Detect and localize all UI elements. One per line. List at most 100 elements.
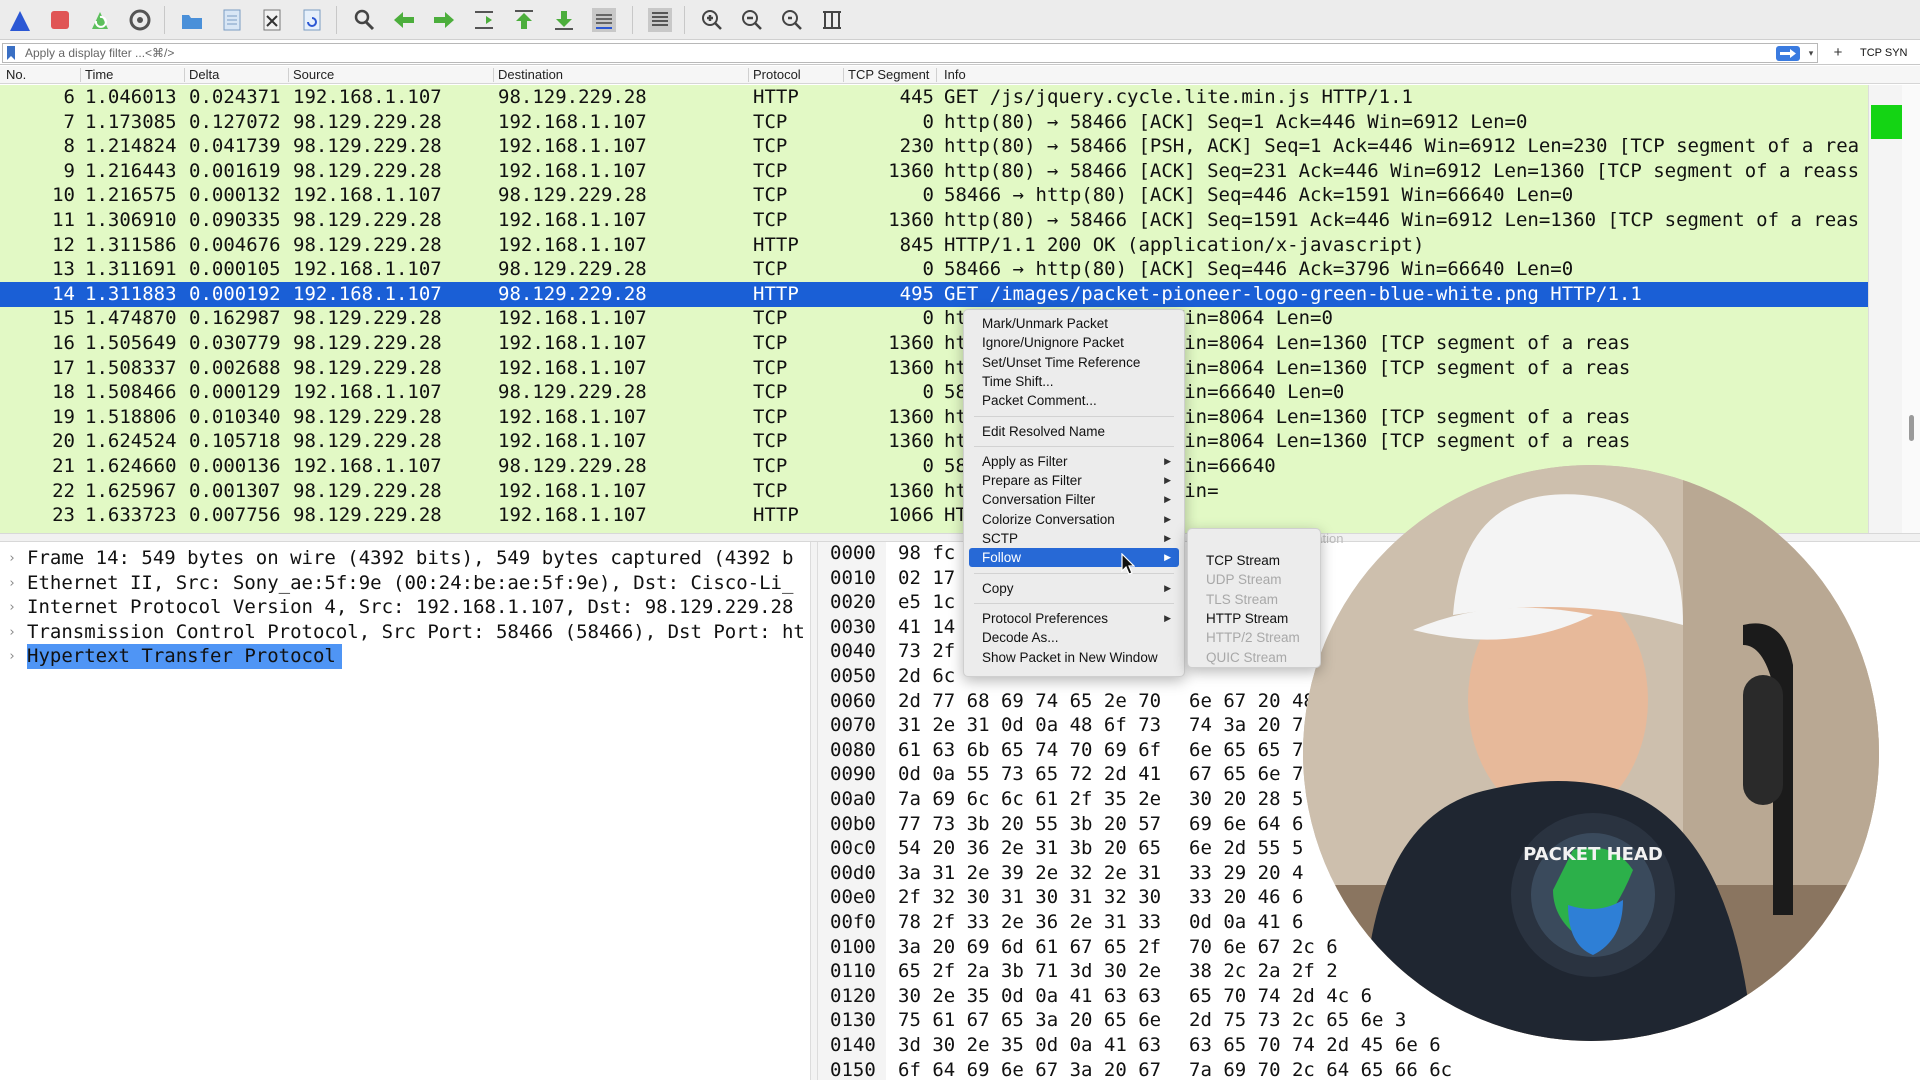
packet-cell-seg: 1360: [888, 332, 934, 354]
column-protocol[interactable]: Protocol: [753, 67, 801, 82]
go-to-packet-button[interactable]: [468, 4, 500, 36]
column-source[interactable]: Source: [293, 67, 334, 82]
apply-filter-button[interactable]: [1776, 46, 1800, 61]
open-file-button[interactable]: [176, 4, 208, 36]
column-no[interactable]: No.: [6, 67, 26, 82]
packet-cell-time: 1.214824: [85, 135, 177, 158]
packet-row[interactable]: 9 1.216443 0.001619 98.129.229.28 192.168.1.…: [0, 159, 1868, 184]
filter-button-tcp-syn[interactable]: TCP SYN: [1860, 47, 1907, 59]
packet-cell-dst: 192.168.1.107: [498, 233, 647, 256]
packet-list-scrollbar[interactable]: [1902, 85, 1920, 533]
column-info[interactable]: Info: [944, 67, 966, 82]
go-back-button[interactable]: [388, 4, 420, 36]
vertical-pane-splitter[interactable]: [810, 542, 818, 1080]
context-menu-item-edit-resolved-name[interactable]: Edit Resolved Name: [969, 422, 1179, 441]
scrollbar-thumb[interactable]: [1909, 415, 1914, 441]
display-filter-input[interactable]: [2, 43, 1818, 63]
packet-row[interactable]: 17 1.508337 0.002688 98.129.229.28 192.168.1…: [0, 356, 1868, 381]
packet-row[interactable]: 8 1.214824 0.041739 98.129.229.28 192.168.1.…: [0, 134, 1868, 159]
toolbar-separator: [632, 6, 633, 34]
expand-chevron-icon[interactable]: ›: [8, 620, 16, 645]
hex-group-2: 6e 2d 55 5: [1189, 837, 1304, 860]
context-menu-item-set-unset-time-reference[interactable]: Set/Unset Time Reference: [969, 353, 1179, 372]
bytes-row[interactable]: 0140 3d 30 2e 35 0d 0a 41 63 63 65 70 74 2…: [818, 1033, 1920, 1058]
context-menu-item-mark-unmark-packet[interactable]: Mark/Unmark Packet: [969, 314, 1179, 333]
expand-chevron-icon[interactable]: ›: [8, 571, 16, 596]
detail-tree-item[interactable]: › Hypertext Transfer Protocol: [0, 644, 810, 670]
packet-details-pane[interactable]: › Frame 14: 549 bytes on wire (4392 bits)…: [0, 542, 810, 1080]
follow-tcp-stream[interactable]: TCP Stream: [1193, 551, 1317, 570]
first-packet-button[interactable]: [508, 4, 540, 36]
bytes-row[interactable]: 0150 6f 64 69 6e 67 3a 20 67 7a 69 70 2c 6…: [818, 1058, 1920, 1080]
column-time[interactable]: Time: [85, 67, 113, 82]
packet-row-selected[interactable]: 14 1.311883 0.000192 192.168.1.107 98.129.22…: [0, 281, 1868, 307]
zoom-in-button[interactable]: [696, 4, 728, 36]
context-menu-item-packet-comment[interactable]: Packet Comment...: [969, 391, 1179, 410]
context-menu-item-colorize-conversation[interactable]: Colorize Conversation ▶: [969, 510, 1179, 529]
packet-row[interactable]: 11 1.306910 0.090335 98.129.229.28 192.168.1…: [0, 208, 1868, 233]
byte-offset: 0060: [830, 689, 876, 712]
packet-row[interactable]: 13 1.311691 0.000105 192.168.1.107 98.129.22…: [0, 257, 1868, 282]
byte-offset: 00f0: [830, 911, 876, 933]
go-forward-button[interactable]: [428, 4, 460, 36]
follow-http-2-stream: HTTP/2 Stream: [1206, 630, 1300, 646]
expand-chevron-icon[interactable]: ›: [8, 644, 16, 669]
packet-cell-src: 192.168.1.107: [293, 282, 442, 305]
reload-file-button[interactable]: [296, 4, 328, 36]
expand-chevron-icon[interactable]: ›: [8, 546, 16, 571]
last-packet-button[interactable]: [548, 4, 580, 36]
stop-capture-button[interactable]: [44, 4, 76, 36]
packet-row[interactable]: 15 1.474870 0.162987 98.129.229.28 192.168.1…: [0, 306, 1868, 331]
context-menu-item-prepare-as-filter[interactable]: Prepare as Filter ▶: [969, 471, 1179, 490]
shark-fin-button[interactable]: [4, 4, 36, 36]
follow-http-stream[interactable]: HTTP Stream: [1193, 609, 1317, 628]
restart-capture-button[interactable]: [84, 4, 116, 36]
add-filter-button-icon[interactable]: +: [1830, 42, 1846, 64]
packet-row[interactable]: 12 1.311586 0.004676 98.129.229.28 192.168.1…: [0, 233, 1868, 258]
context-menu-item-decode-as[interactable]: Decode As...: [969, 628, 1179, 647]
context-menu-item-conversation-filter[interactable]: Conversation Filter ▶: [969, 490, 1179, 509]
context-menu-item-sctp[interactable]: SCTP ▶: [969, 529, 1179, 548]
context-menu-item-time-shift[interactable]: Time Shift...: [969, 372, 1179, 391]
packet-row[interactable]: 6 1.046013 0.024371 192.168.1.107 98.129.229…: [0, 85, 1868, 110]
column-tcp-segment[interactable]: TCP Segment: [848, 67, 929, 82]
context-menu-item-ignore-unignore-packet[interactable]: Ignore/Unignore Packet: [969, 333, 1179, 352]
detail-tree-item[interactable]: › Transmission Control Protocol, Src Port…: [0, 620, 810, 645]
detail-tree-item[interactable]: › Internet Protocol Version 4, Src: 192.1…: [0, 595, 810, 620]
packet-cell-seg: 0: [922, 110, 934, 133]
zoom-out-button[interactable]: [736, 4, 768, 36]
colorize-button[interactable]: [644, 4, 676, 36]
packet-row[interactable]: 20 1.624524 0.105718 98.129.229.28 192.168.1…: [0, 429, 1868, 454]
detail-tree-item[interactable]: › Ethernet II, Src: Sony_ae:5f:9e (00:24:…: [0, 571, 810, 596]
capture-options-button[interactable]: [124, 4, 156, 36]
resize-columns-button[interactable]: [816, 4, 848, 36]
column-destination[interactable]: Destination: [498, 67, 563, 82]
detail-label: Hypertext Transfer Protocol: [27, 644, 342, 670]
context-menu-item-apply-as-filter[interactable]: Apply as Filter ▶: [969, 452, 1179, 471]
find-packet-button[interactable]: [348, 4, 380, 36]
packet-minimap[interactable]: [1868, 85, 1903, 533]
packet-cell-no: 16: [52, 332, 75, 354]
packet-cell-no: 17: [52, 356, 75, 379]
context-menu-item-copy[interactable]: Copy ▶: [969, 579, 1179, 598]
packet-row[interactable]: 16 1.505649 0.030779 98.129.229.28 192.168.1…: [0, 331, 1868, 356]
packet-row[interactable]: 18 1.508466 0.000129 192.168.1.107 98.129.22…: [0, 380, 1868, 405]
close-file-button[interactable]: [256, 4, 288, 36]
save-file-button[interactable]: [216, 4, 248, 36]
packet-cell-src: 192.168.1.107: [293, 258, 442, 281]
auto-scroll-button[interactable]: [588, 4, 620, 36]
expand-chevron-icon[interactable]: ›: [8, 595, 16, 620]
packet-row[interactable]: 7 1.173085 0.127072 98.129.229.28 192.168.1.…: [0, 110, 1868, 135]
detail-tree-item[interactable]: › Frame 14: 549 bytes on wire (4392 bits)…: [0, 546, 810, 571]
column-delta[interactable]: Delta: [189, 67, 219, 82]
packet-row[interactable]: 19 1.518806 0.010340 98.129.229.28 192.168.1…: [0, 405, 1868, 430]
context-menu-item-show-packet-in-new-window[interactable]: Show Packet in New Window: [969, 648, 1179, 667]
filter-bookmark-icon[interactable]: [6, 46, 16, 60]
packet-cell-src: 98.129.229.28: [293, 135, 442, 158]
bytes-row[interactable]: 0130 75 61 67 65 3a 20 65 6e 2d 75 73 2c 6…: [818, 1008, 1920, 1033]
context-menu-item-follow[interactable]: Follow ▶: [969, 548, 1179, 568]
filter-history-dropdown[interactable]: ▾: [1804, 44, 1818, 62]
context-menu-item-protocol-preferences[interactable]: Protocol Preferences ▶: [969, 609, 1179, 628]
normal-size-button[interactable]: [776, 4, 808, 36]
packet-row[interactable]: 10 1.216575 0.000132 192.168.1.107 98.129.22…: [0, 183, 1868, 208]
